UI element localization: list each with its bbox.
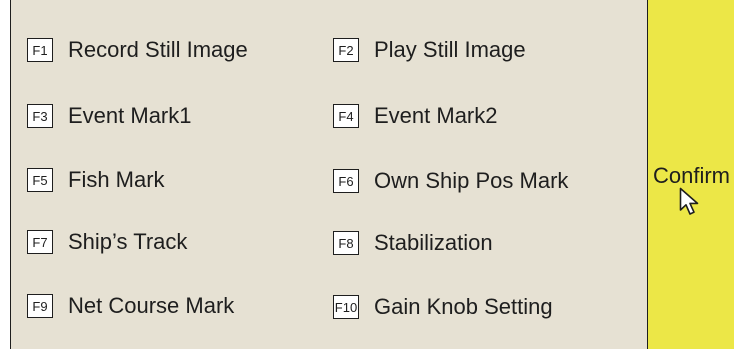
f4-key-badge: F4 [333, 104, 359, 128]
f3-label: Event Mark1 [68, 103, 192, 128]
f5-item[interactable]: F5 Fish Mark [27, 167, 165, 193]
f5-key-badge: F5 [27, 168, 53, 192]
f1-label: Record Still Image [68, 37, 248, 62]
f4-item[interactable]: F4 Event Mark2 [333, 103, 498, 129]
f10-item[interactable]: F10 Gain Knob Setting [333, 294, 553, 320]
f9-item[interactable]: F9 Net Course Mark [27, 293, 234, 319]
f10-key-badge: F10 [333, 295, 359, 319]
f1-item[interactable]: F1 Record Still Image [27, 37, 248, 63]
f1-key-badge: F1 [27, 38, 53, 62]
f3-key-badge: F3 [27, 104, 53, 128]
f7-item[interactable]: F7 Ship’s Track [27, 229, 187, 255]
f8-item[interactable]: F8 Stabilization [333, 230, 493, 256]
confirm-button[interactable]: Confirm [648, 0, 734, 349]
function-key-window: F1 Record Still Image F2 Play Still Imag… [10, 0, 734, 349]
f3-item[interactable]: F3 Event Mark1 [27, 103, 192, 129]
f7-label: Ship’s Track [68, 229, 188, 254]
f2-key-badge: F2 [333, 38, 359, 62]
f5-label: Fish Mark [68, 167, 165, 192]
f7-key-badge: F7 [27, 230, 53, 254]
f2-label: Play Still Image [374, 37, 526, 62]
f9-label: Net Course Mark [68, 293, 235, 318]
f6-label: Own Ship Pos Mark [374, 168, 569, 193]
f2-item[interactable]: F2 Play Still Image [333, 37, 526, 63]
function-key-list: F1 Record Still Image F2 Play Still Imag… [11, 0, 648, 349]
f6-item[interactable]: F6 Own Ship Pos Mark [333, 168, 568, 194]
f9-key-badge: F9 [27, 294, 53, 318]
f8-key-badge: F8 [333, 231, 359, 255]
mouse-pointer-icon [679, 187, 701, 222]
f10-label: Gain Knob Setting [374, 294, 553, 319]
f4-label: Event Mark2 [374, 103, 498, 128]
f8-label: Stabilization [374, 230, 493, 255]
f6-key-badge: F6 [333, 169, 359, 193]
confirm-label: Confirm [653, 163, 731, 188]
